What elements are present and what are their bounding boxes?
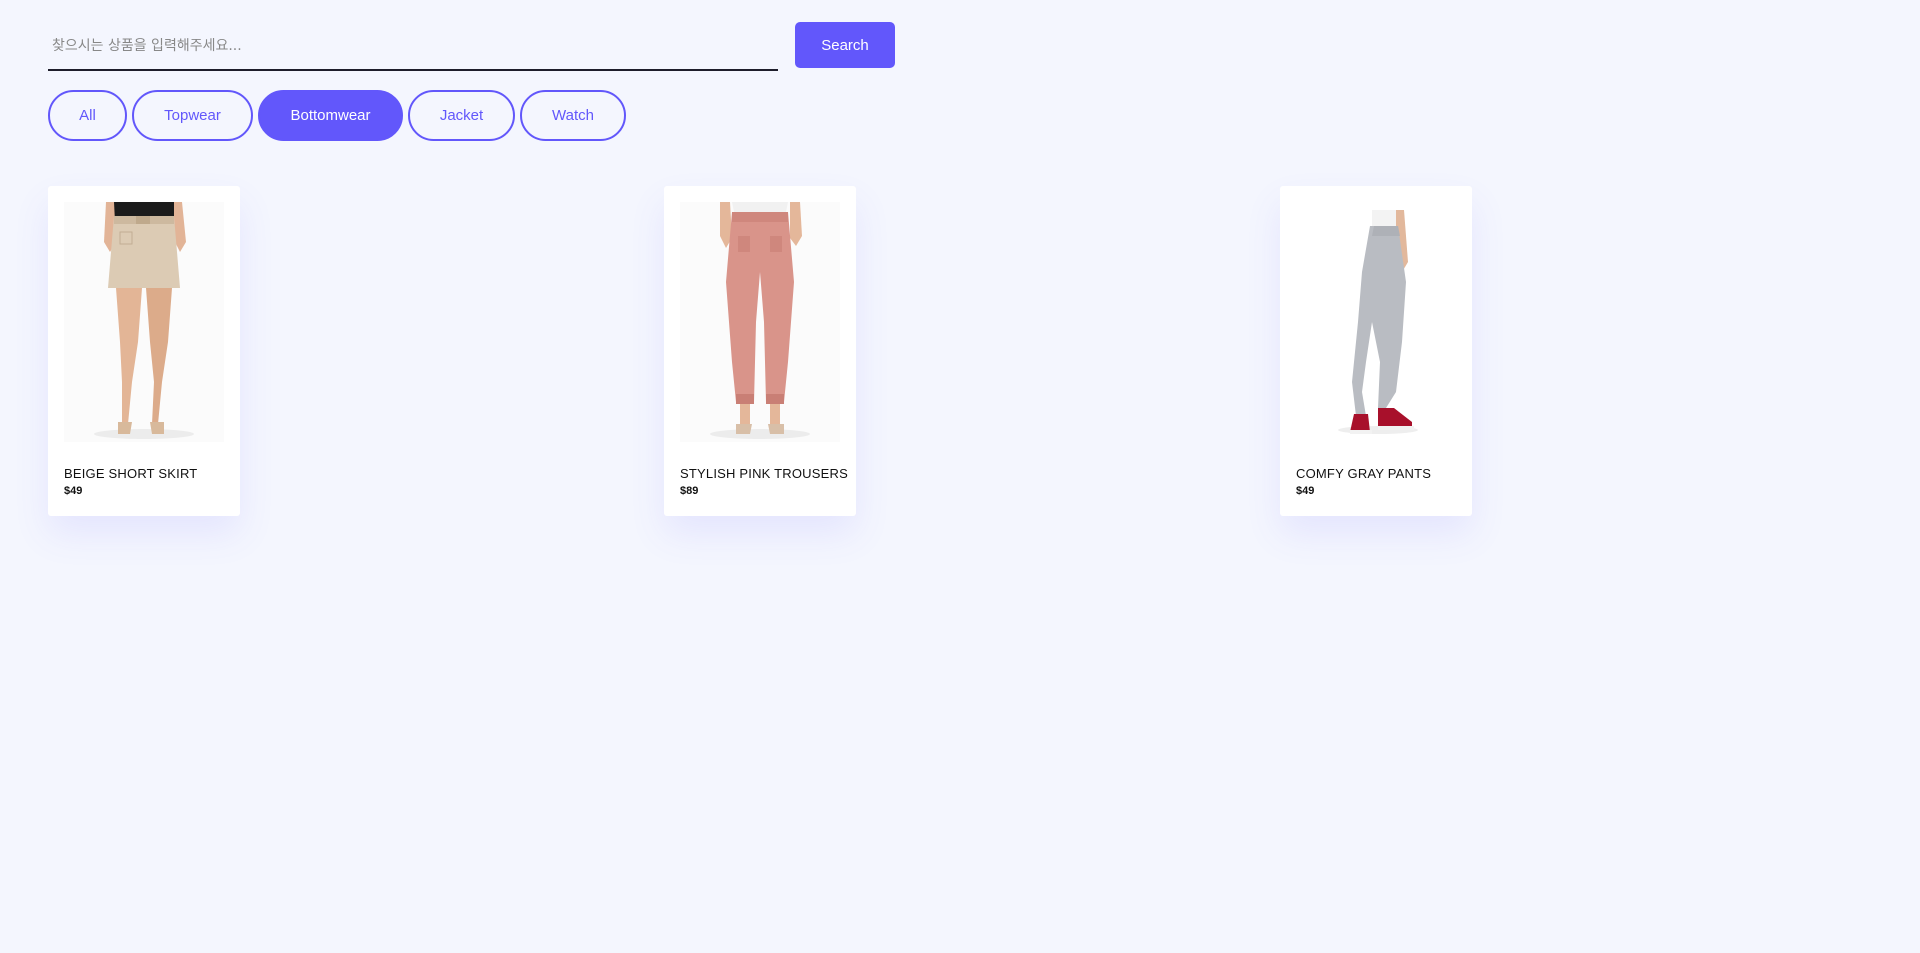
search-button[interactable]: Search [795, 22, 895, 68]
beige-short-skirt-photo [64, 202, 224, 442]
product-price: $49 [1296, 485, 1315, 497]
product-name: BEIGE SHORT SKIRT [64, 466, 198, 481]
product-card[interactable]: STYLISH PINK TROUSERS $89 [664, 186, 856, 516]
filter-jacket-button[interactable]: Jacket [408, 90, 515, 141]
product-image [64, 202, 224, 442]
filter-watch-button[interactable]: Watch [520, 90, 626, 141]
product-card[interactable]: COMFY GRAY PANTS $49 [1280, 186, 1472, 516]
shop-page: Search All Topwear Bottomwear Jacket Wat… [0, 0, 1920, 953]
product-image [680, 202, 840, 442]
product-price: $89 [680, 485, 699, 497]
pink-trousers-photo [680, 202, 840, 442]
product-name: COMFY GRAY PANTS [1296, 466, 1432, 481]
category-filters: All Topwear Bottomwear Jacket Watch [48, 90, 1872, 141]
product-name: STYLISH PINK TROUSERS [680, 466, 848, 481]
product-price: $49 [64, 485, 83, 497]
search-input[interactable] [48, 22, 778, 71]
search-bar: Search [48, 22, 1872, 71]
product-card[interactable]: BEIGE SHORT SKIRT $49 [48, 186, 240, 516]
filter-topwear-button[interactable]: Topwear [132, 90, 253, 141]
product-grid: BEIGE SHORT SKIRT $49 STYLISH PINK TROUS… [48, 186, 1578, 516]
filter-all-button[interactable]: All [48, 90, 127, 141]
product-image [1296, 202, 1456, 442]
gray-pants-photo [1296, 202, 1456, 442]
filter-bottomwear-button[interactable]: Bottomwear [258, 90, 403, 141]
